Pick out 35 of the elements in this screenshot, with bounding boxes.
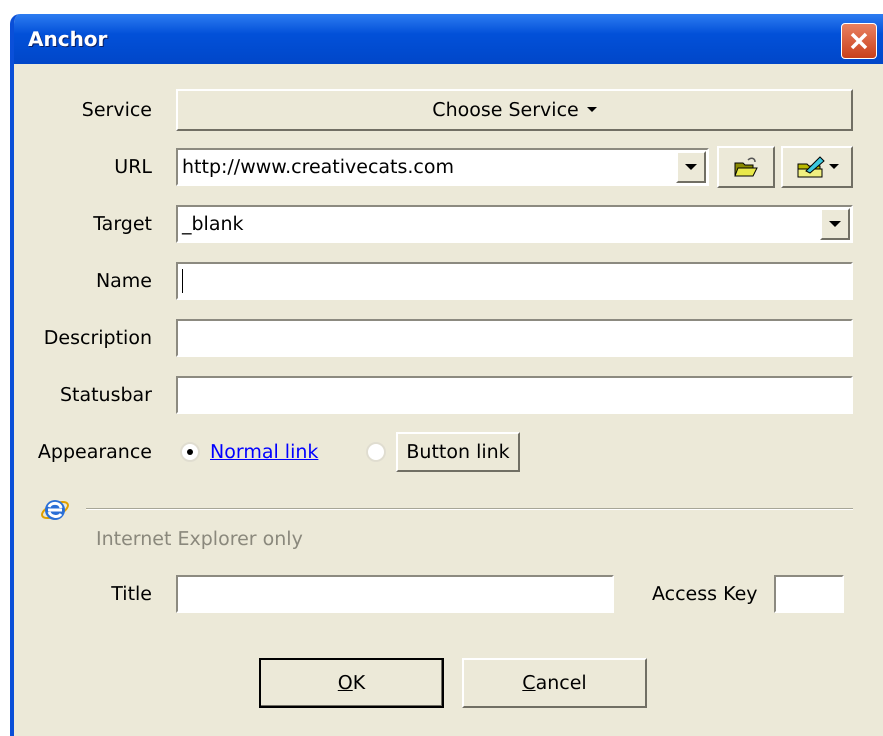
field-label: Target <box>92 213 152 235</box>
open-folder-icon <box>734 157 758 177</box>
caret-icon <box>586 107 597 113</box>
folder-pencil-icon <box>796 155 826 179</box>
text-field[interactable] <box>176 575 614 613</box>
close-button[interactable] <box>841 23 877 59</box>
dialog-button[interactable]: OK <box>259 658 444 708</box>
field-label: Statusbar <box>58 384 152 406</box>
normal-link[interactable]: Normal link <box>210 441 318 463</box>
dialog-button[interactable]: Cancel <box>462 658 647 708</box>
target-dropdown[interactable]: _blank <box>176 205 853 243</box>
field-label: Service <box>80 99 152 121</box>
field-label: Name <box>94 270 152 292</box>
dropdown-arrow-icon <box>685 164 697 170</box>
field-label: Title <box>110 583 152 605</box>
button-link[interactable]: Button link <box>396 432 520 472</box>
text-field[interactable] <box>176 262 853 300</box>
field-label: URL <box>113 156 152 178</box>
dropdown-arrow-icon <box>829 220 841 228</box>
window-title: Anchor <box>28 27 108 51</box>
section-caption: Internet Explorer only <box>96 527 304 552</box>
close-icon <box>849 31 869 51</box>
field-label: Access Key <box>652 583 758 605</box>
text-field[interactable] <box>176 376 853 414</box>
link-folder-button[interactable] <box>781 146 853 188</box>
radio-button[interactable] <box>366 442 386 462</box>
radio-button[interactable] <box>180 442 200 462</box>
caret-icon <box>828 164 838 170</box>
field-label: Appearance <box>36 441 152 463</box>
choose-service-button[interactable]: Choose Service <box>176 89 853 131</box>
field-label: Description <box>42 327 152 349</box>
text-field[interactable] <box>176 319 853 357</box>
url-dropdown[interactable]: http://www.creativecats.com <box>176 148 709 186</box>
browse-button[interactable] <box>717 146 775 188</box>
text-field[interactable] <box>774 575 844 613</box>
